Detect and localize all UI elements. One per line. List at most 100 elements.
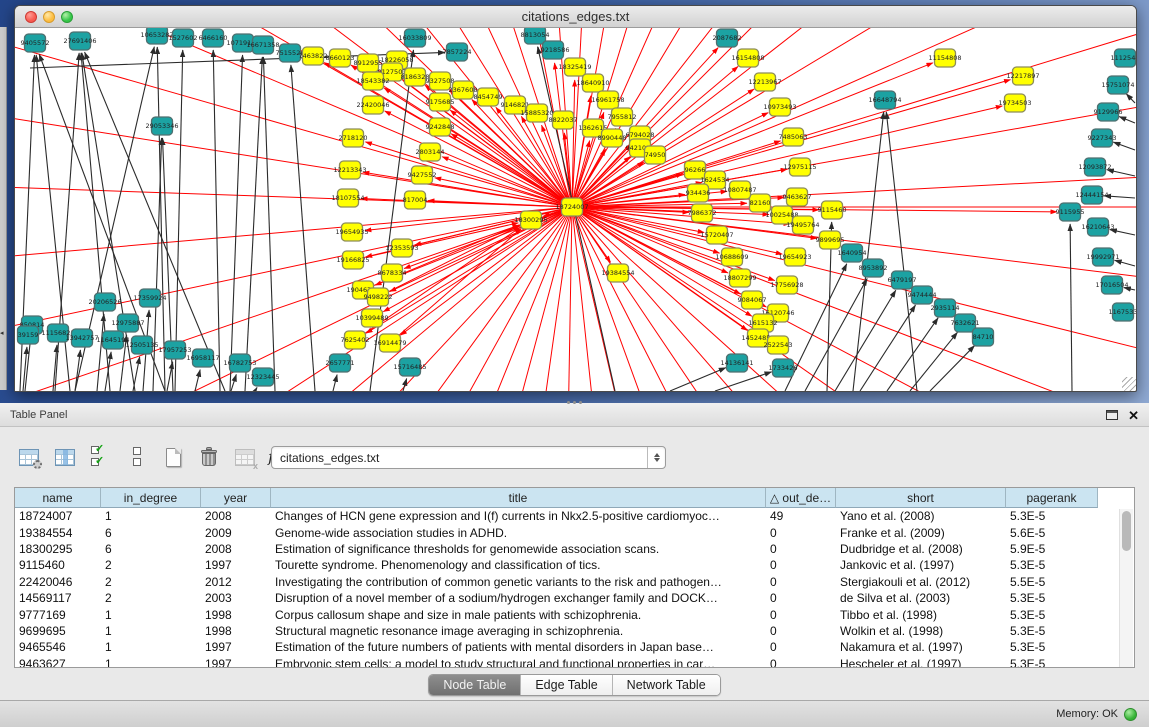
graph-node[interactable]: 9227343 — [1088, 129, 1117, 147]
column-header-year[interactable]: year — [201, 488, 271, 508]
graph-edge[interactable] — [805, 279, 867, 391]
table-row[interactable]: 1938455462009Genome-wide association stu… — [15, 524, 1134, 540]
graph-node[interactable]: 9115955 — [1056, 203, 1085, 221]
graph-node[interactable]: 12093872 — [1078, 158, 1111, 176]
column-header-name[interactable]: name — [15, 488, 101, 508]
graph-node[interactable]: 1527602 — [169, 29, 198, 47]
graph-node[interactable]: 1112544 — [1111, 49, 1136, 67]
column-header-title[interactable]: title — [271, 488, 766, 508]
graph-node[interactable]: 9242848 — [426, 118, 455, 136]
graph-node[interactable]: 16782753 — [223, 354, 256, 372]
collapse-arrow-icon[interactable]: ◂ — [0, 330, 4, 337]
close-window-button[interactable] — [25, 11, 37, 23]
column-header-out_de[interactable]: △ out_de… — [766, 488, 836, 508]
delete-column-button[interactable] — [194, 442, 224, 472]
graph-edge[interactable] — [255, 387, 257, 391]
graph-node[interactable]: 27691406 — [63, 32, 96, 50]
graph-node[interactable]: 2522543 — [764, 336, 793, 354]
select-all-columns-button[interactable]: ✓✓ — [86, 442, 116, 472]
show-columns-button[interactable] — [50, 442, 80, 472]
graph-node[interactable]: 11154808 — [928, 49, 961, 67]
graph-node[interactable]: 15716485 — [393, 358, 426, 376]
graph-node[interactable]: 16210643 — [1081, 218, 1114, 236]
table-row[interactable]: 977716911998Corpus callosum shape and si… — [15, 606, 1134, 622]
graph-node[interactable]: 14136141 — [720, 354, 753, 372]
graph-edge[interactable] — [175, 50, 183, 391]
graph-node[interactable]: 10973493 — [763, 98, 796, 116]
graph-node[interactable]: 10688609 — [715, 248, 748, 266]
graph-edge[interactable] — [930, 346, 975, 391]
panel-splitter-handle[interactable] — [565, 400, 583, 405]
graph-node[interactable]: 1167533 — [1109, 303, 1136, 321]
table-row[interactable]: 1456911722003Disruption of a novel membe… — [15, 590, 1134, 606]
graph-node[interactable]: 2657771 — [326, 354, 355, 372]
table-select-dropdown[interactable]: citations_edges.txt — [271, 446, 666, 469]
create-column-button[interactable] — [158, 442, 188, 472]
graph-node[interactable]: 17359924 — [133, 289, 166, 307]
graph-node[interactable]: 2803144 — [416, 143, 445, 161]
delete-table-button[interactable]: x — [230, 442, 260, 472]
graph-edge[interactable] — [860, 305, 915, 391]
graph-edge[interactable] — [97, 314, 104, 391]
graph-node[interactable]: 9463627 — [783, 188, 812, 206]
graph-node[interactable]: 7463822 — [299, 47, 328, 65]
graph-edge[interactable] — [230, 55, 243, 391]
graph-node[interactable]: 18325419 — [558, 58, 591, 76]
float-panel-icon[interactable] — [1106, 410, 1118, 420]
graph-node[interactable]: 934436 — [686, 184, 711, 202]
graph-edge[interactable] — [572, 28, 1101, 207]
window-resize-grip[interactable] — [1122, 377, 1136, 391]
graph-node[interactable]: 9474444 — [908, 286, 937, 304]
graph-node[interactable]: 12444154 — [1075, 186, 1108, 204]
table-scrollbar[interactable] — [1119, 509, 1133, 668]
graph-edge[interactable] — [1126, 94, 1135, 103]
graph-node[interactable]: 9405572 — [21, 34, 50, 52]
column-header-in_degree[interactable]: in_degree — [101, 488, 201, 508]
network-window-titlebar[interactable]: citations_edges.txt — [15, 6, 1136, 28]
graph-node[interactable]: 12217897 — [1006, 67, 1039, 85]
zoom-window-button[interactable] — [61, 11, 73, 23]
graph-edge[interactable] — [213, 50, 220, 391]
graph-edge[interactable] — [1115, 260, 1135, 266]
graph-node[interactable]: 74950 — [645, 146, 666, 164]
graph-edge[interactable] — [1113, 142, 1135, 150]
column-header-pagerank[interactable]: pagerank — [1006, 488, 1098, 508]
graph-node[interactable]: 16961758 — [591, 91, 624, 109]
graph-edge[interactable] — [263, 57, 275, 391]
graph-edge[interactable] — [333, 375, 337, 391]
graph-edge[interactable] — [245, 57, 262, 391]
graph-edge[interactable] — [886, 112, 917, 391]
graph-node[interactable]: 15720407 — [700, 226, 733, 244]
graph-node[interactable]: 1640954 — [838, 244, 867, 262]
graph-node[interactable]: 9084067 — [738, 291, 767, 309]
graph-edge[interactable] — [572, 207, 1136, 365]
graph-node[interactable]: 16648794 — [868, 91, 901, 109]
column-header-short[interactable]: short — [836, 488, 1006, 508]
graph-node[interactable]: 84710 — [973, 328, 994, 346]
graph-edge[interactable] — [910, 332, 957, 391]
network-canvas[interactable]: 9405572276914061065328715276026466160107… — [15, 28, 1136, 391]
graph-edge[interactable] — [572, 207, 1136, 391]
graph-node[interactable]: 19734503 — [998, 94, 1031, 112]
graph-edge[interactable] — [195, 370, 200, 391]
minimize-window-button[interactable] — [43, 11, 55, 23]
graph-edge[interactable] — [572, 207, 1136, 391]
table-row[interactable]: 1872400712008Changes of HCN gene express… — [15, 508, 1134, 524]
graph-node[interactable]: 8678334 — [378, 264, 407, 282]
table-row[interactable]: 969969511998Structural magnetic resonanc… — [15, 623, 1134, 639]
graph-node[interactable]: 39159 — [18, 326, 39, 344]
graph-node[interactable]: 12975887 — [111, 314, 144, 332]
graph-edge[interactable] — [572, 207, 708, 391]
graph-edge[interactable] — [23, 347, 27, 391]
graph-node[interactable]: 17756928 — [770, 276, 803, 294]
table-row[interactable]: 1830029562008Estimation of significance … — [15, 541, 1134, 557]
graph-node[interactable]: 12213343 — [333, 161, 366, 179]
graph-node[interactable]: 817004 — [403, 191, 428, 209]
table-row[interactable]: 911546021997Tourette syndrome. Phenomeno… — [15, 557, 1134, 573]
graph-edge[interactable] — [133, 357, 140, 391]
graph-edge[interactable] — [572, 207, 1136, 391]
unselect-all-columns-button[interactable] — [122, 442, 152, 472]
tab-edge-table[interactable]: Edge Table — [521, 675, 612, 695]
graph-node[interactable]: 17016504 — [1095, 276, 1128, 294]
graph-node[interactable]: 2718120 — [339, 129, 368, 147]
